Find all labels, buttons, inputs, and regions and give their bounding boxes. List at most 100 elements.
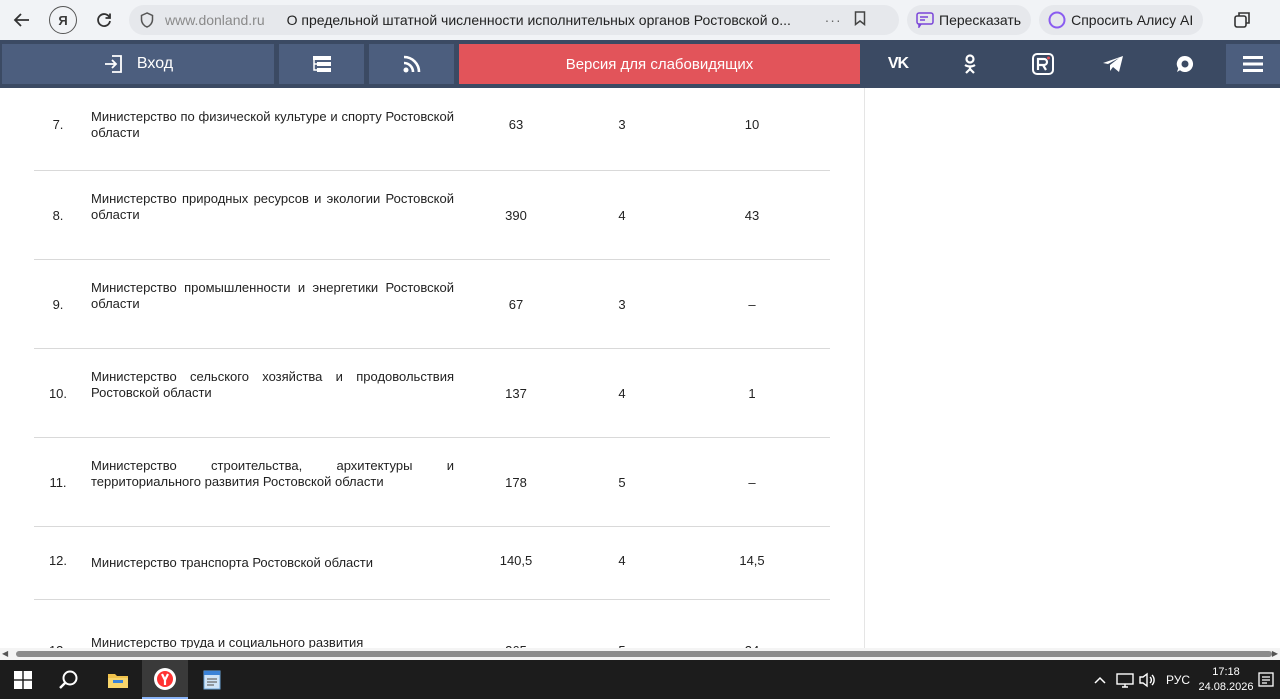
folder-icon: [108, 673, 128, 688]
table-cell-a: 137: [505, 385, 527, 401]
content-divider: [864, 88, 865, 648]
ask-alice-button[interactable]: Спросить Алису AI: [1039, 5, 1204, 35]
table-cell-a: 178: [505, 474, 527, 490]
rss-button[interactable]: [369, 44, 454, 84]
table-cell-name: Министерство по физической культуре и сп…: [91, 109, 454, 140]
clock-time: 17:18: [1212, 665, 1240, 678]
table-cell-c: –: [748, 296, 756, 312]
table-cell-b: 3: [618, 117, 626, 132]
table-cell-b: 3: [618, 296, 626, 312]
table-cell-c: 43: [744, 207, 760, 223]
table-cell-num: 12.: [48, 552, 68, 568]
table-cell-name: Министерство промышленности и энергетики…: [91, 280, 454, 311]
rutube-icon[interactable]: [1013, 44, 1073, 84]
notifications-icon[interactable]: [1258, 660, 1274, 699]
search-icon: [59, 670, 78, 689]
reload-button[interactable]: [89, 5, 119, 35]
table-cell-num: 8.: [52, 207, 64, 223]
address-bar[interactable]: www.donland.ru О предельной штатной числ…: [129, 5, 899, 35]
horizontal-scrollbar[interactable]: ◀ ▶: [0, 648, 1280, 660]
table-row: 7. Министерство по физической культуре и …: [34, 88, 830, 171]
login-icon: [104, 55, 122, 73]
table-row: 12. Министерство транспорта Ростовской об…: [34, 527, 830, 600]
bookmark-icon[interactable]: [854, 11, 866, 29]
notepad-icon: [203, 670, 221, 689]
yandex-browser-icon: [154, 667, 176, 690]
taskbar-search-button[interactable]: [48, 660, 90, 699]
table-cell-c: 10: [744, 117, 760, 132]
table-cell-num: 11.: [49, 474, 67, 490]
sitemap-icon: [312, 56, 331, 72]
extensions-button[interactable]: [1227, 5, 1257, 35]
alice-icon: [1047, 10, 1067, 30]
table-cell-c: 14,5: [739, 552, 765, 568]
table-row: 9. Министерство промышленности и энергети…: [34, 260, 830, 349]
table-cell-name: Министерство труда и социального развити…: [91, 635, 364, 648]
table-cell-a: 67: [508, 296, 524, 312]
table-cell-a: 63: [508, 117, 524, 132]
browser-toolbar: Я www.donland.ru О предельной штатной чи…: [0, 0, 1280, 40]
low-vision-button[interactable]: Версия для слабовидящих: [459, 44, 860, 84]
clock[interactable]: 17:18 24.08.2026: [1198, 660, 1254, 699]
odnoklassniki-icon[interactable]: [940, 44, 1000, 84]
yandex-browser-button[interactable]: [142, 660, 188, 699]
table-row: 13.Министерство труда и социального разв…: [34, 600, 830, 648]
sitemap-button[interactable]: [279, 44, 364, 84]
address-domain: www.donland.ru: [165, 12, 265, 28]
table-cell-b: 4: [618, 385, 626, 401]
network-icon[interactable]: [1116, 660, 1134, 699]
table-row: 10. Министерство сельского хозяйства и пр…: [34, 349, 830, 438]
windows-icon: [14, 670, 32, 689]
table-cell-b: 4: [618, 207, 626, 223]
volume-icon[interactable]: [1138, 660, 1156, 699]
table-cell-b: 5: [618, 474, 626, 490]
rss-icon: [403, 55, 420, 73]
start-button[interactable]: [0, 660, 46, 699]
language-indicator[interactable]: РУС: [1166, 660, 1190, 699]
login-button[interactable]: Вход: [2, 44, 274, 84]
table-cell-name: Министерство природных ресурсов и эколог…: [91, 191, 454, 222]
retell-icon: [915, 10, 935, 30]
page-title: О предельной штатной численности исполни…: [286, 12, 791, 28]
page-content: 7. Министерство по физической культуре и …: [0, 88, 1280, 648]
scroll-right-icon[interactable]: ▶: [1272, 649, 1278, 658]
retell-label: Пересказать: [939, 12, 1022, 28]
site-header: Вход Версия для слабовидящих VK: [0, 40, 1280, 88]
vk-icon[interactable]: VK: [868, 44, 928, 84]
table-cell-name: Министерство строительства, архитектуры …: [91, 458, 454, 489]
login-label: Вход: [136, 55, 174, 72]
table-cell-num: 10.: [48, 385, 68, 401]
telegram-icon[interactable]: [1083, 44, 1143, 84]
retell-button[interactable]: Пересказать: [907, 5, 1032, 35]
table-row: 11. Министерство строительства, архитекту…: [34, 438, 830, 527]
table-cell-b: 4: [618, 552, 626, 568]
yandex-button[interactable]: Я: [49, 6, 77, 34]
table-cell-name: Министерство сельского хозяйства и продо…: [91, 369, 454, 400]
extensions-icon: [1234, 12, 1251, 28]
ask-alice-label: Спросить Алису AI: [1071, 12, 1194, 28]
notepad-button[interactable]: [190, 660, 234, 699]
windows-taskbar: РУС 17:18 24.08.2026: [0, 660, 1280, 699]
back-button[interactable]: [7, 5, 37, 35]
table-cell-name: Министерство транспорта Ростовской облас…: [91, 555, 374, 570]
reload-icon: [97, 13, 111, 27]
table-row: 8. Министерство природных ресурсов и экол…: [34, 171, 830, 260]
table-cell-a: 140,5: [499, 552, 533, 568]
table-cell-c: 1: [748, 385, 756, 401]
table-cell-a: 390: [505, 207, 527, 223]
more-icon[interactable]: ···: [825, 12, 842, 28]
tray-chevron-icon[interactable]: [1094, 660, 1106, 699]
scrollbar-thumb[interactable]: [16, 651, 1272, 657]
hamburger-icon: [1243, 56, 1263, 72]
shield-icon: [137, 10, 157, 30]
yandex-icon: Я: [58, 12, 68, 28]
scroll-left-icon[interactable]: ◀: [2, 649, 8, 658]
arrow-left-icon: [13, 13, 29, 27]
table-cell-num: 7.: [52, 117, 64, 132]
file-explorer-button[interactable]: [96, 660, 140, 699]
menu-button[interactable]: [1226, 44, 1280, 84]
clock-date: 24.08.2026: [1198, 680, 1254, 693]
table-cell-c: –: [748, 474, 756, 490]
table-cell-num: 9.: [52, 296, 64, 312]
max-messenger-icon[interactable]: [1155, 44, 1215, 84]
